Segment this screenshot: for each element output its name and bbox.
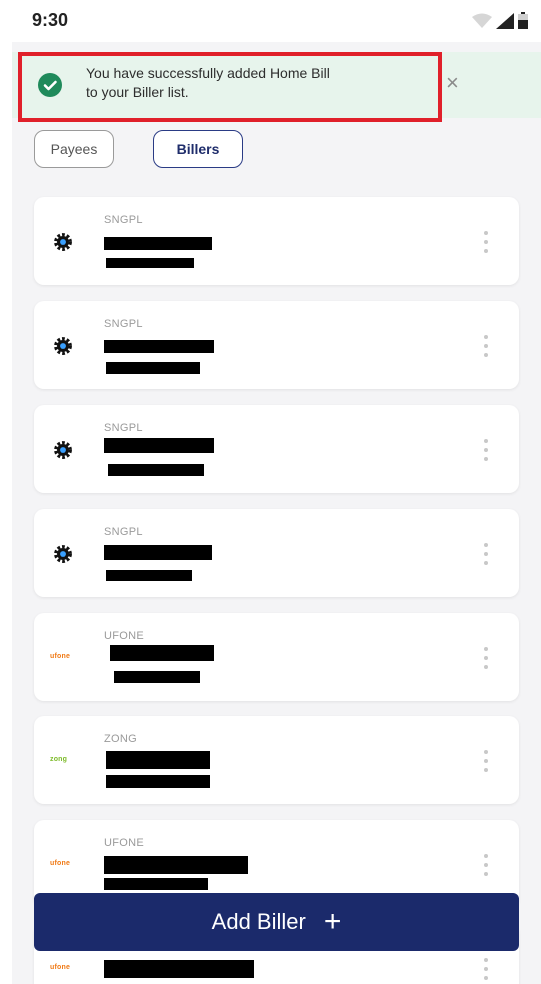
more-options-icon[interactable] xyxy=(483,439,489,461)
biller-provider: SNGPL xyxy=(104,214,143,226)
gas-icon xyxy=(54,545,72,563)
biller-provider: SNGPL xyxy=(104,318,143,330)
plus-icon: + xyxy=(323,905,342,938)
more-options-icon[interactable] xyxy=(483,335,489,357)
more-options-icon[interactable] xyxy=(483,231,489,253)
redacted-account xyxy=(104,878,208,890)
biller-provider: UFONE xyxy=(104,630,144,642)
redacted-account xyxy=(106,258,194,268)
gas-icon xyxy=(54,337,72,355)
status-time: 9:30 xyxy=(32,10,69,30)
redacted-account xyxy=(106,570,192,581)
biller-card[interactable]: SNGPL xyxy=(34,405,519,493)
tab-payees[interactable]: Payees xyxy=(34,130,114,168)
biller-provider: UFONE xyxy=(104,837,144,849)
more-options-icon[interactable] xyxy=(483,647,489,669)
redacted-account xyxy=(108,464,204,476)
redacted-account xyxy=(114,671,200,683)
redacted-account xyxy=(106,775,210,788)
ufone-logo: ufone xyxy=(50,653,71,660)
gas-icon xyxy=(54,233,72,251)
redacted-name xyxy=(104,960,254,978)
more-options-icon[interactable] xyxy=(483,750,489,772)
signal-icon xyxy=(496,13,514,29)
biller-provider: SNGPL xyxy=(104,422,143,434)
ufone-logo: ufone xyxy=(50,860,71,867)
zong-logo: zong xyxy=(50,756,68,763)
app-screen: 9:30 You have successfully added Home Bi… xyxy=(12,0,541,984)
check-circle-icon xyxy=(38,73,62,97)
add-biller-label: Add Biller xyxy=(211,909,306,934)
biller-provider: ZONG xyxy=(104,733,137,745)
redacted-name xyxy=(106,751,210,769)
biller-card[interactable]: SNGPL xyxy=(34,509,519,597)
battery-icon xyxy=(518,12,528,29)
more-options-icon[interactable] xyxy=(483,543,489,565)
biller-card[interactable]: SNGPL xyxy=(34,197,519,285)
biller-provider: SNGPL xyxy=(104,526,143,538)
ufone-logo: ufone xyxy=(50,964,71,971)
add-biller-button[interactable]: Add Biller + xyxy=(34,893,519,951)
gas-icon xyxy=(54,441,72,459)
status-icons xyxy=(472,12,528,29)
toast-message: You have successfully added Home Bill to… xyxy=(86,65,330,100)
close-icon[interactable]: × xyxy=(446,70,459,96)
tab-billers[interactable]: Billers xyxy=(153,130,243,168)
biller-card[interactable]: ufone UFONE xyxy=(34,613,519,701)
status-bar: 9:30 xyxy=(12,0,541,42)
redacted-name xyxy=(110,645,214,661)
biller-card[interactable]: zong ZONG xyxy=(34,716,519,804)
redacted-name xyxy=(104,237,212,250)
wifi-icon xyxy=(472,13,492,28)
more-options-icon[interactable] xyxy=(483,854,489,876)
redacted-account xyxy=(106,362,200,374)
redacted-name xyxy=(104,438,214,453)
redacted-name xyxy=(104,545,212,560)
more-options-icon[interactable] xyxy=(483,958,489,980)
redacted-name xyxy=(104,856,248,874)
redacted-name xyxy=(104,340,214,353)
biller-card[interactable]: SNGPL xyxy=(34,301,519,389)
